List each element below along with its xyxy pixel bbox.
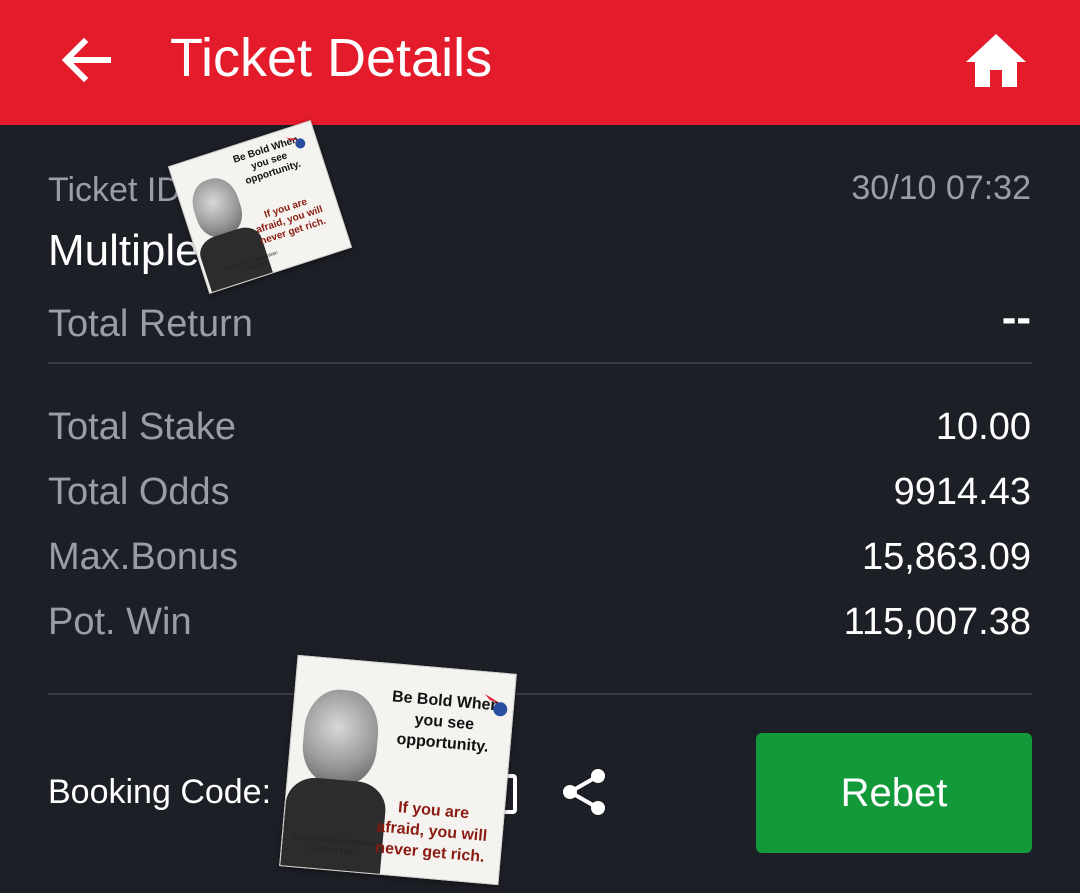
booking-code-label: Booking Code:	[48, 773, 272, 811]
divider	[48, 693, 1032, 695]
divider	[48, 362, 1032, 364]
portrait-suit	[280, 775, 388, 876]
ticket-date: 30/10 07:32	[851, 169, 1031, 207]
back-button[interactable]	[58, 36, 114, 84]
total-return-value: --	[1001, 293, 1031, 342]
bet-type: Multiple	[48, 226, 200, 275]
page-title: Ticket Details	[170, 28, 493, 88]
rebet-button[interactable]: Rebet	[756, 733, 1032, 853]
total-odds-value: 9914.43	[893, 471, 1031, 513]
ticket-id-label: Ticket ID	[48, 171, 181, 209]
app-bar: Ticket Details	[0, 0, 1080, 125]
home-icon	[966, 34, 1026, 87]
quote-sticker: Be Bold When you see opportunity. If you…	[279, 654, 517, 886]
arrow-left-icon	[61, 37, 111, 83]
max-bonus-label: Max.Bonus	[48, 536, 239, 578]
sticker-quote-line2: If you are afraid, you will never get ri…	[254, 196, 328, 248]
logo-icon	[484, 693, 508, 717]
max-bonus-value: 15,863.09	[861, 536, 1031, 578]
home-button[interactable]	[962, 30, 1030, 90]
total-odds-label: Total Odds	[48, 471, 230, 513]
share-icon	[563, 769, 605, 815]
total-return-label: Total Return	[48, 303, 253, 345]
sticker-quote-line2: If you are afraid, you will never get ri…	[374, 799, 488, 866]
pot-win-label: Pot. Win	[48, 601, 192, 643]
total-stake-label: Total Stake	[48, 406, 236, 448]
pot-win-value: 115,007.38	[843, 601, 1031, 643]
total-stake-value: 10.00	[935, 406, 1031, 448]
portrait-image	[299, 686, 382, 787]
share-button[interactable]	[560, 766, 610, 818]
